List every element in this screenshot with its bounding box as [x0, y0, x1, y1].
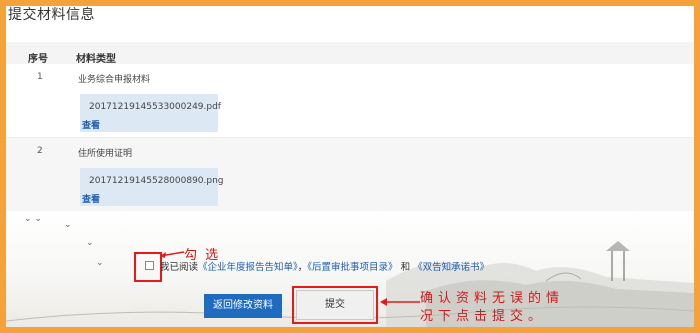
- page: 提交材料信息 序号 材料类型 1 业务综合申报材料 20171219145533…: [6, 6, 694, 327]
- file-card: 20171219145533000249.pdf 查看: [80, 94, 221, 132]
- table-row: 2 住所使用证明 20171219145528000890.png 查看: [6, 138, 694, 212]
- view-link[interactable]: 查看: [82, 118, 100, 131]
- link-dual-notice-commitment[interactable]: 《双告知承诺书》: [413, 262, 489, 273]
- link-post-approval-catalog[interactable]: 《后置审批事项目录》: [307, 262, 397, 273]
- submit-button[interactable]: 提交: [296, 290, 374, 320]
- material-type: 业务综合申报材料: [78, 75, 151, 85]
- view-link[interactable]: 查看: [82, 192, 100, 205]
- file-name: 20171219145528000890.png: [89, 176, 224, 186]
- row-number: 1: [37, 72, 43, 82]
- agree-checkbox[interactable]: [145, 261, 154, 270]
- annotation-submit: 确认资料无误的情况下点击提交。: [420, 291, 565, 324]
- bird-icon: ⌄: [96, 258, 104, 268]
- row-number: 2: [37, 146, 43, 156]
- section-title: 提交材料信息: [8, 7, 95, 23]
- agreement-prefix: 我已阅读: [160, 262, 199, 273]
- bird-icon: ⌄: [86, 238, 94, 248]
- back-to-edit-button[interactable]: 返回修改资料: [204, 294, 282, 318]
- bird-icon: ⌄ ⌄: [24, 214, 42, 224]
- bird-icon: ⌄: [64, 220, 72, 230]
- file-card: 20171219145528000890.png 查看: [80, 168, 224, 206]
- column-header-type: 材料类型: [76, 54, 116, 65]
- file-name: 20171219145533000249.pdf: [89, 102, 221, 112]
- link-annual-report-notice[interactable]: 《企业年度报告告知单》: [198, 262, 298, 273]
- annotation-check: 勾 选: [184, 248, 221, 263]
- annotation-arrow-icon: [380, 298, 420, 306]
- agreement-and: 和: [397, 262, 414, 273]
- annotation-arrow-icon: [159, 251, 185, 258]
- material-type: 住所使用证明: [78, 149, 133, 159]
- column-header-no: 序号: [28, 54, 48, 65]
- table-row: 1 业务综合申报材料 20171219145533000249.pdf 查看: [6, 64, 694, 138]
- agreement-separator: ，: [297, 262, 308, 273]
